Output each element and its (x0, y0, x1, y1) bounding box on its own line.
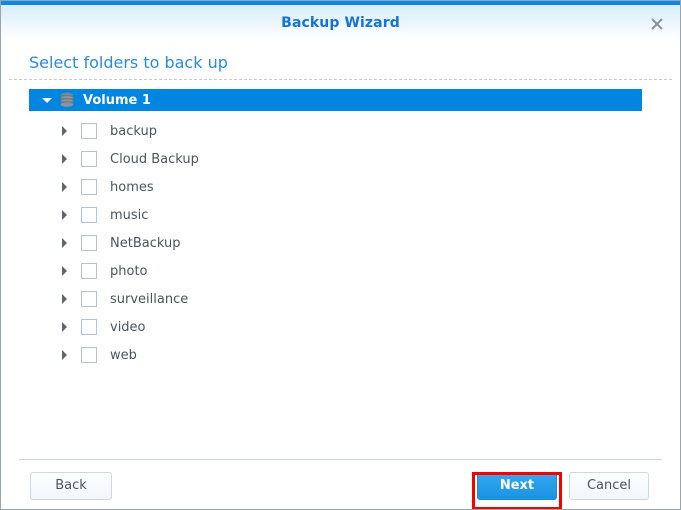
tree-row-label: web (110, 347, 137, 363)
tree-row[interactable]: music (29, 201, 642, 229)
tree-row-label: backup (110, 123, 157, 139)
folder-checkbox[interactable] (81, 263, 97, 279)
folder-checkbox[interactable] (81, 347, 97, 363)
back-button[interactable]: Back (30, 472, 112, 500)
tree-row[interactable]: homes (29, 173, 642, 201)
tree-row[interactable]: web (29, 341, 642, 369)
tree-row[interactable]: backup (29, 117, 642, 145)
backup-wizard-dialog: Backup Wizard Select folders to back up (0, 0, 681, 510)
chevron-right-icon[interactable] (57, 347, 73, 363)
tree-row-label: photo (110, 263, 148, 279)
folder-checkbox[interactable] (81, 123, 97, 139)
next-button[interactable]: Next (477, 472, 557, 500)
tree-row-label: Cloud Backup (110, 151, 199, 167)
volume-disk-icon (58, 92, 76, 108)
chevron-right-icon[interactable] (57, 263, 73, 279)
cancel-button[interactable]: Cancel (569, 472, 649, 500)
tree-row[interactable]: Cloud Backup (29, 145, 642, 173)
folder-checkbox[interactable] (81, 151, 97, 167)
chevron-down-icon[interactable] (39, 92, 55, 108)
chevron-right-icon[interactable] (57, 151, 73, 167)
page-title: Select folders to back up (29, 53, 228, 72)
folder-tree-children: backup Cloud Backup homes music NetBackup pho… (29, 117, 642, 369)
tree-row-label: surveillance (110, 291, 189, 307)
tree-row-volume-label: Volume 1 (83, 92, 151, 108)
folder-checkbox[interactable] (81, 235, 97, 251)
close-icon[interactable] (644, 12, 670, 36)
tree-row-label: video (110, 319, 146, 335)
tree-row[interactable]: photo (29, 257, 642, 285)
tree-row-label: NetBackup (110, 235, 181, 251)
folder-tree: Volume 1 backup Cloud Backup homes music Net… (29, 89, 642, 369)
chevron-right-icon[interactable] (57, 319, 73, 335)
chevron-right-icon[interactable] (57, 291, 73, 307)
tree-row[interactable]: video (29, 313, 642, 341)
tree-row-volume[interactable]: Volume 1 (29, 89, 642, 111)
heading-divider (9, 79, 672, 80)
folder-checkbox[interactable] (81, 291, 97, 307)
dialog-titlebar: Backup Wizard (1, 1, 680, 39)
dialog-title: Backup Wizard (281, 15, 400, 31)
tree-row-label: homes (110, 179, 154, 195)
chevron-right-icon[interactable] (57, 123, 73, 139)
tree-row[interactable]: NetBackup (29, 229, 642, 257)
chevron-right-icon[interactable] (57, 207, 73, 223)
folder-checkbox[interactable] (81, 207, 97, 223)
folder-checkbox[interactable] (81, 319, 97, 335)
folder-checkbox[interactable] (81, 179, 97, 195)
footer-divider (19, 459, 662, 460)
dialog-footer: Back Next Cancel (1, 467, 680, 509)
chevron-right-icon[interactable] (57, 235, 73, 251)
tree-row-label: music (110, 207, 149, 223)
chevron-right-icon[interactable] (57, 179, 73, 195)
tree-row[interactable]: surveillance (29, 285, 642, 313)
